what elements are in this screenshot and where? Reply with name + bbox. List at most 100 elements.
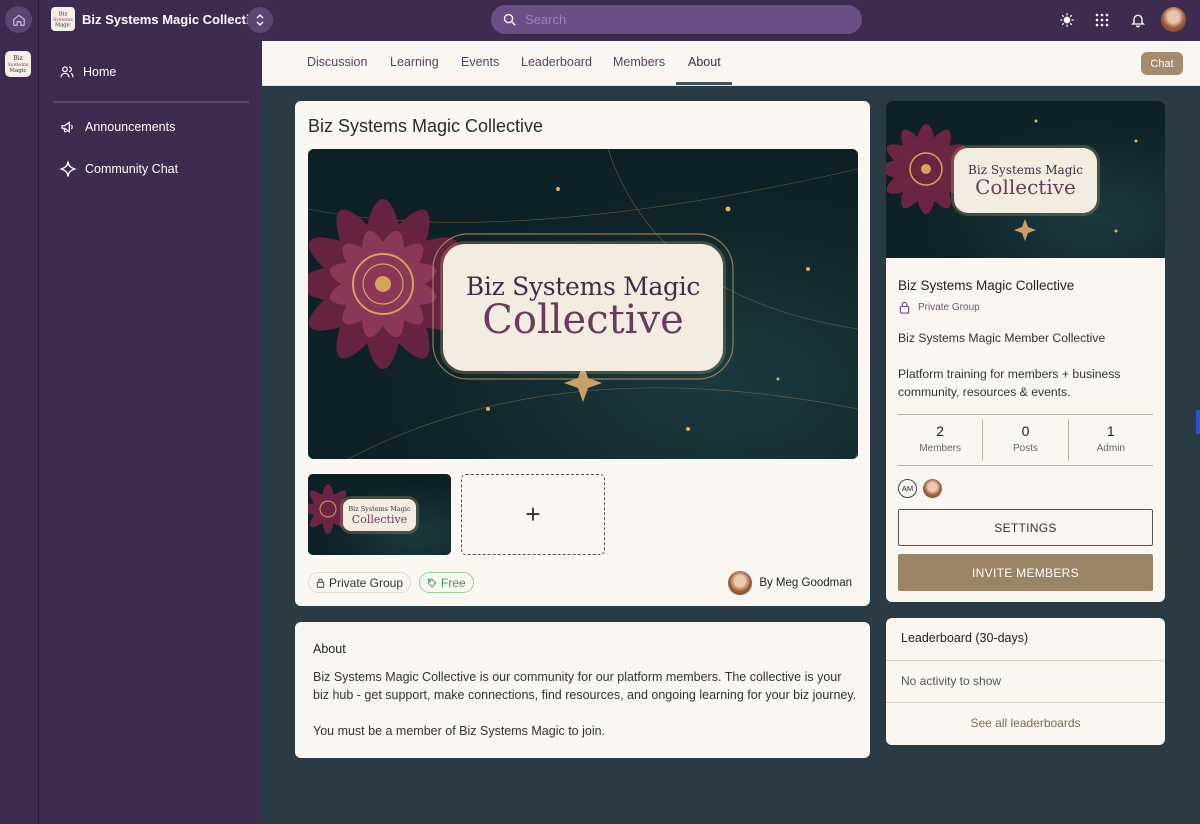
privacy-chip-label: Private Group [329,575,404,590]
about-paragraph-2: You must be a member of Biz Systems Magi… [313,724,606,738]
about-heading: About [313,642,346,656]
lock-icon [899,301,910,314]
brand-name: Biz Systems Magic Collective [82,11,265,27]
group-privacy-label: Private Group [918,302,980,313]
price-chip: Free [419,572,474,593]
svg-text:Biz: Biz [59,11,68,17]
tab-members[interactable]: Members [613,55,665,69]
search-icon [503,13,516,26]
app-rail: Biz Systems Magic [0,0,39,824]
group-stats: 2 Members 0 Posts 1 Admin [898,414,1153,466]
brand[interactable]: Biz Systems Magic Biz Systems Magic Collec… [51,7,264,31]
search-bar[interactable] [491,5,862,34]
media-thumbnail[interactable]: Biz Systems Magic Collective [308,474,451,555]
stat-value: 0 [1021,423,1030,439]
member-avatar[interactable] [923,479,942,498]
privacy-chip: Private Group [308,572,412,593]
sidebar-item-label: Community Chat [85,162,179,176]
sidebar-item-label: Home [83,65,117,79]
sidebar-item-label: Announcements [85,120,176,134]
tab-leaderboard[interactable]: Leaderboard [521,55,592,69]
people-icon [60,66,74,78]
leaderboard-title: Leaderboard (30-days) [901,631,1029,645]
apps-button[interactable] [1093,11,1111,29]
see-all-leaderboards-link[interactable]: See all leaderboards [886,716,1165,730]
author-byline[interactable]: By Meg Goodman [728,571,852,595]
sun-icon [1060,13,1074,27]
chevron-up-down-icon [256,13,264,27]
tab-events[interactable]: Events [461,55,499,69]
theme-toggle-button[interactable] [1058,11,1076,29]
community-switcher-button[interactable] [247,7,273,33]
community-logo-icon: BizSystemsMagic [7,55,29,74]
tab-learning[interactable]: Learning [390,55,439,69]
stat-label: Posts [1012,443,1038,454]
notifications-button[interactable] [1129,11,1147,29]
stat-label: Admin [1096,443,1125,454]
top-bar: Biz Systems Magic Biz Systems Magic Collec… [39,0,1200,41]
group-banner-image: Biz Systems Magic Collective [886,101,1165,258]
group-title: Biz Systems Magic Collective [898,278,1075,293]
stat-label: Members [919,443,961,454]
tag-icon [427,578,437,587]
tab-discussion[interactable]: Discussion [307,55,367,69]
home-rail-button[interactable] [5,6,32,33]
svg-text:Magic: Magic [9,68,26,74]
megaphone-icon [61,121,73,133]
sidebar: Home Announcements Community Chat [39,41,262,824]
group-info-card: Biz Systems Magic Collective Biz Systems… [886,101,1165,602]
stat-members[interactable]: 2 Members [898,415,982,465]
divider [886,702,1165,703]
member-avatar-initials[interactable]: AM [898,479,917,498]
sidebar-item-announcements[interactable]: Announcements [59,119,175,135]
member-avatars: AM [898,479,942,498]
tab-about[interactable]: About [688,55,721,69]
bell-icon [1131,14,1145,28]
hero-image[interactable]: Biz Systems Magic Collective [308,149,858,459]
invite-members-button[interactable]: INVITE MEMBERS [898,554,1153,591]
add-media-button[interactable]: + [461,474,605,555]
lock-icon [316,578,325,588]
scroll-edge-marker [1196,410,1200,434]
divider [886,660,1165,661]
grid-icon [1095,13,1109,27]
group-overview-card: Biz Systems Magic Collective Biz Systems… [295,101,870,606]
group-privacy: Private Group [898,301,980,314]
stat-posts[interactable]: 0 Posts [982,419,1067,461]
brand-logo-icon: BizSystemsMagic [53,11,73,28]
sidebar-item-home[interactable]: Home [59,64,116,80]
about-paragraph-1: Biz Systems Magic Collective is our comm… [313,670,857,702]
thumbnail-line2: Collective [351,512,408,526]
sidebar-item-community-chat[interactable]: Community Chat [59,160,178,178]
tab-bar: Discussion Learning Events Leaderboard M… [262,41,1200,86]
banner-line2: Collective [975,174,1076,199]
user-avatar[interactable] [1161,7,1186,32]
group-description: Platform training for members + business… [898,367,1121,399]
thumbnail-title-plate: Biz Systems Magic Collective [343,499,416,531]
search-input[interactable] [525,12,845,27]
sidebar-divider [53,101,249,103]
thumbnail-line1: Biz Systems Magic [348,504,411,513]
stat-admin[interactable]: 1 Admin [1067,419,1153,461]
about-card: About Biz Systems Magic Collective is ou… [295,622,870,758]
active-tab-indicator [676,82,732,85]
sparkle-icon [59,161,77,177]
community-logo-rail[interactable]: Biz Systems Magic [5,51,31,77]
page-title: Biz Systems Magic Collective [308,116,544,136]
svg-text:Biz: Biz [13,55,23,62]
hero-line2: Collective [482,297,684,343]
stat-value: 2 [936,423,945,439]
home-icon [12,14,25,26]
author-name: By Meg Goodman [759,577,852,589]
stat-value: 1 [1106,423,1115,439]
banner-title-plate: Biz Systems Magic Collective [954,148,1097,213]
settings-button[interactable]: SETTINGS [898,509,1153,546]
brand-logo: Biz Systems Magic [51,7,75,31]
price-chip-label: Free [441,575,466,590]
group-tagline: Biz Systems Magic Member Collective [898,331,1106,345]
leaderboard-empty-state: No activity to show [901,674,1002,688]
chat-button[interactable]: Chat [1141,52,1183,75]
leaderboard-card: Leaderboard (30-days) No activity to sho… [886,618,1165,745]
hero-title-plate: Biz Systems Magic Collective [443,244,723,371]
author-avatar [728,571,753,595]
